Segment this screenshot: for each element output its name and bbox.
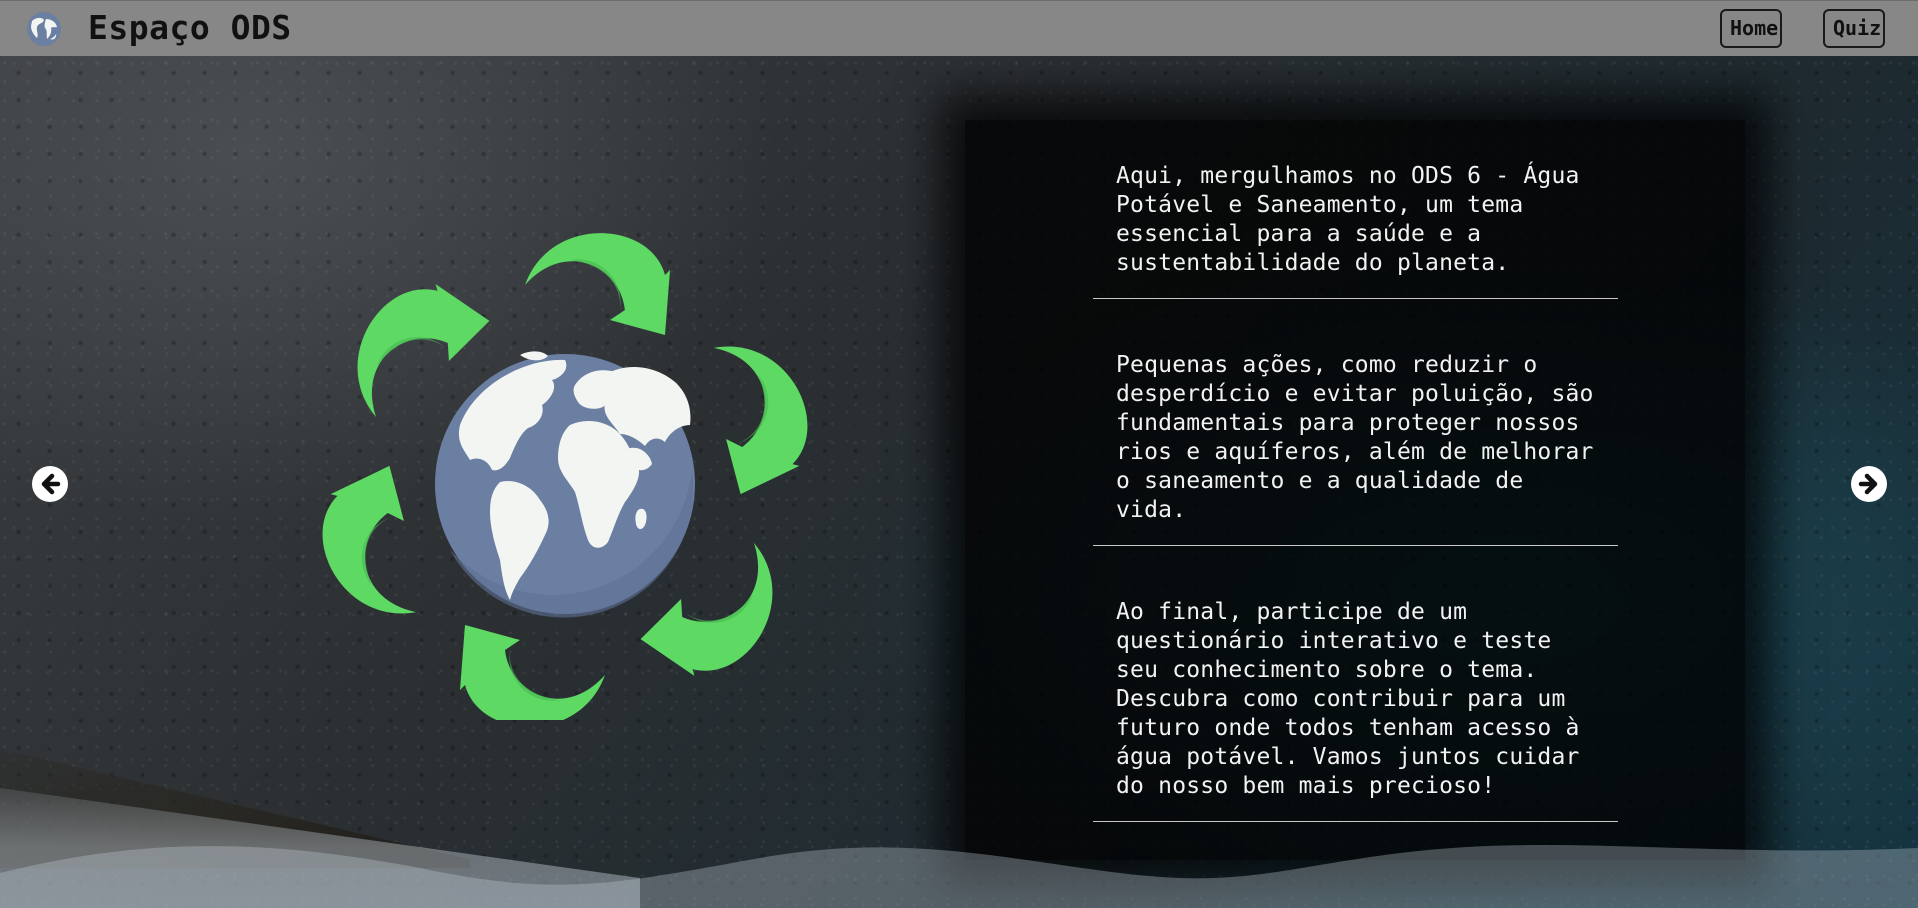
- carousel-prev-button[interactable]: [32, 466, 68, 502]
- actions-paragraph: Pequenas ações, como reduzir o desperdíc…: [1093, 351, 1618, 546]
- page: Espaço ODS Home Quiz Aqui, mergulhamos n…: [0, 0, 1918, 908]
- carousel-next-button[interactable]: [1851, 466, 1887, 502]
- home-button[interactable]: Home: [1720, 9, 1782, 48]
- arrow-left-icon: [41, 473, 61, 495]
- quiz-paragraph: Ao final, participe de um questionário i…: [1093, 598, 1618, 822]
- intro-paragraph: Aqui, mergulhamos no ODS 6 - Água Potáve…: [1093, 162, 1618, 299]
- globe: [435, 351, 695, 618]
- globe-icon[interactable]: [26, 11, 62, 47]
- recycle-globe-icon: [322, 233, 808, 720]
- bottom-wave: [0, 844, 1918, 908]
- quiz-button[interactable]: Quiz: [1823, 9, 1885, 48]
- arrow-right-icon: [1858, 473, 1878, 495]
- text-panel: Aqui, mergulhamos no ODS 6 - Água Potáve…: [1093, 162, 1618, 822]
- brand-title[interactable]: Espaço ODS: [88, 8, 292, 48]
- navbar: Espaço ODS Home Quiz: [0, 0, 1918, 56]
